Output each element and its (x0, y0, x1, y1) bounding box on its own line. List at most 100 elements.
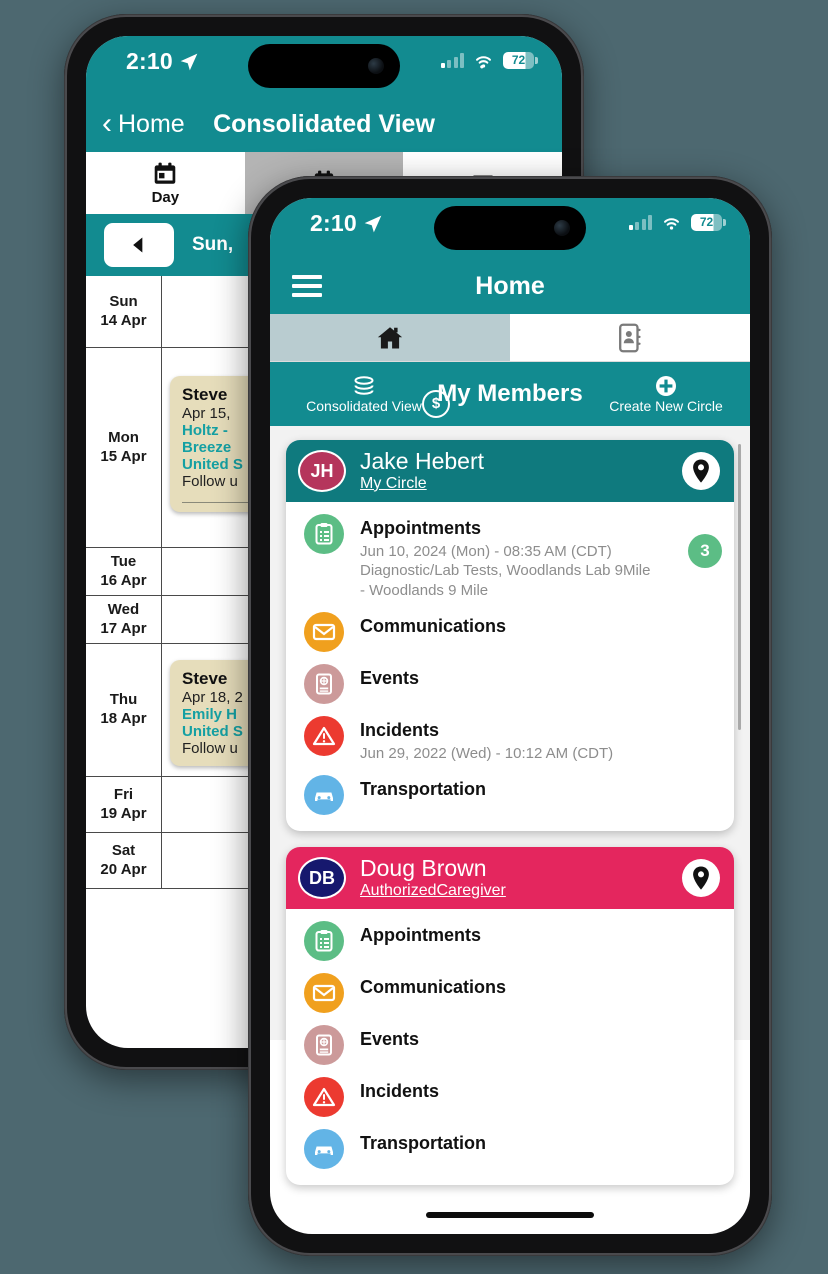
list-item-text: Communications (360, 973, 720, 999)
list-item-text: Appointments Jun 10, 2024 (Mon) - 08:35 … (360, 514, 720, 600)
front-phone-navbar: Home (270, 258, 750, 314)
create-new-circle-button[interactable]: Create New Circle (596, 374, 736, 414)
calendar-day-name: Sat (111, 841, 136, 859)
list-item[interactable]: Incidents Jun 29, 2022 (Wed) - 10:12 AM … (286, 710, 734, 769)
front-status-bar: 2:10 72 (270, 198, 750, 258)
list-item-text: Incidents (360, 1077, 720, 1103)
list-item-text: Transportation (360, 1129, 720, 1155)
avatar: DB (298, 857, 346, 900)
list-item-subtitle: Jun 29, 2022 (Wed) - 10:12 AM (CDT) (360, 744, 614, 762)
cellular-bars-icon (440, 53, 464, 68)
map-pin-icon (693, 866, 709, 890)
car-icon (304, 1129, 344, 1170)
calendar-daycell: Sat 20 Apr (86, 833, 162, 888)
tab-day-view[interactable]: Day (86, 152, 245, 214)
tab-day-label: Day (151, 188, 180, 206)
calendar-day-date: 16 Apr (100, 571, 147, 589)
list-item-title: Incidents (360, 1081, 440, 1102)
calendar-day-date: 19 Apr (100, 804, 147, 822)
calendar-daycell: Mon 15 Apr (86, 348, 162, 547)
calendar-day-date: 20 Apr (100, 860, 147, 878)
list-item-text: Transportation (360, 775, 720, 801)
clipboard-icon (304, 921, 344, 962)
member-card-header[interactable]: DB Doug Brown AuthorizedCaregiver (286, 847, 734, 910)
list-item[interactable]: Events (286, 1019, 734, 1071)
list-item[interactable]: Incidents (286, 1071, 734, 1123)
envelope-icon (304, 612, 344, 653)
member-card-header[interactable]: JH Jake Hebert My Circle (286, 440, 734, 502)
members-scroll-area[interactable]: JH Jake Hebert My Circle Appointments Ju… (270, 426, 750, 1186)
member-card-body: Appointments Communications Events Incid… (286, 909, 734, 1185)
member-action-bar: Consolidated View $ My Members Create Ne… (270, 362, 750, 426)
list-item-text: Incidents Jun 29, 2022 (Wed) - 10:12 AM … (360, 716, 720, 763)
chevron-left-icon: ‹ (102, 107, 112, 140)
home-indicator[interactable] (426, 1212, 594, 1218)
list-item[interactable]: Events (286, 658, 734, 710)
calendar-day-name: Sun (109, 292, 138, 310)
status-badge: 3 (688, 534, 722, 568)
member-card[interactable]: JH Jake Hebert My Circle Appointments Ju… (286, 440, 734, 832)
calendar-daycell: Fri 19 Apr (86, 777, 162, 832)
member-name: Jake Hebert (360, 447, 485, 474)
avatar: JH (298, 450, 346, 492)
status-time: 2:10 (310, 210, 357, 236)
member-role-link[interactable]: My Circle (360, 474, 484, 493)
tab-home[interactable] (270, 314, 510, 361)
list-item[interactable]: Appointments Jun 10, 2024 (Mon) - 08:35 … (286, 508, 734, 606)
calendar-day-date: 15 Apr (100, 447, 147, 465)
list-item-title: Communications (360, 616, 507, 637)
tab-contacts[interactable] (510, 314, 750, 361)
list-item[interactable]: Transportation (286, 769, 734, 821)
consolidated-view-label: Consolidated View (306, 398, 422, 415)
vertical-scrollbar[interactable] (738, 444, 741, 730)
contacts-book-icon (619, 323, 641, 352)
list-item-title: Events (360, 668, 420, 689)
layers-stack-icon (354, 376, 374, 395)
back-button[interactable]: ‹ Home (102, 109, 185, 139)
hamburger-menu-icon[interactable] (292, 275, 322, 297)
wifi-icon (664, 217, 679, 230)
member-role-link[interactable]: AuthorizedCaregiver (360, 881, 506, 900)
consolidated-view-button[interactable]: Consolidated View $ (284, 374, 450, 418)
list-item[interactable]: Appointments (286, 915, 734, 967)
calendar-daycell: Thu 18 Apr (86, 644, 162, 776)
member-card[interactable]: DB Doug Brown AuthorizedCaregiver Appoin… (286, 847, 734, 1186)
list-item-title: Transportation (360, 779, 487, 800)
front-phone-title: Home (475, 271, 545, 300)
map-pin-button[interactable] (682, 452, 720, 490)
calendar-day-name: Tue (110, 552, 137, 570)
front-phone-device: 2:10 72 Home Consolidated View $ My Memb… (248, 176, 772, 1256)
warning-triangle-icon (304, 716, 344, 757)
calendar-daycell: Sun 14 Apr (86, 276, 162, 347)
list-item[interactable]: Communications (286, 967, 734, 1019)
calendar-day-date: 18 Apr (100, 710, 147, 727)
list-item[interactable]: Transportation (286, 1123, 734, 1175)
calendar-day-date: 14 Apr (100, 311, 147, 329)
calendar-day-name: Fri (113, 785, 134, 803)
list-item-title: Appointments (360, 518, 481, 538)
list-item-subtitle: Jun 10, 2024 (Mon) - 08:35 AM (CDT) Diag… (360, 542, 651, 599)
clipboard-icon (304, 514, 344, 554)
front-phone-screen: 2:10 72 Home Consolidated View $ My Memb… (270, 198, 750, 1234)
create-new-circle-label: Create New Circle (609, 398, 723, 415)
status-time-group: 2:10 (126, 48, 199, 75)
dynamic-island (248, 44, 400, 88)
map-pin-button[interactable] (682, 859, 720, 898)
list-item[interactable]: Communications (286, 606, 734, 658)
list-item-text: Events (360, 1025, 720, 1051)
member-identity: Doug Brown AuthorizedCaregiver (360, 856, 506, 900)
calendar-day-icon (155, 162, 176, 184)
wifi-icon (476, 55, 491, 68)
screenshot-stage: 2:10 72 ‹ Home Consolidated View Day Sun… (0, 0, 828, 1274)
event-book-icon (304, 664, 344, 705)
warning-triangle-icon (304, 1077, 344, 1118)
status-time-group: 2:10 (310, 210, 383, 237)
member-identity: Jake Hebert My Circle (360, 449, 484, 493)
calendar-day-name: Thu (109, 691, 138, 709)
list-item-text: Appointments (360, 921, 720, 947)
triangle-left-icon (133, 237, 143, 253)
front-camera-lens (554, 220, 570, 236)
list-item-title: Transportation (360, 1133, 487, 1154)
billing-dollar-icon[interactable]: $ (422, 389, 450, 418)
previous-period-button[interactable] (104, 223, 174, 267)
